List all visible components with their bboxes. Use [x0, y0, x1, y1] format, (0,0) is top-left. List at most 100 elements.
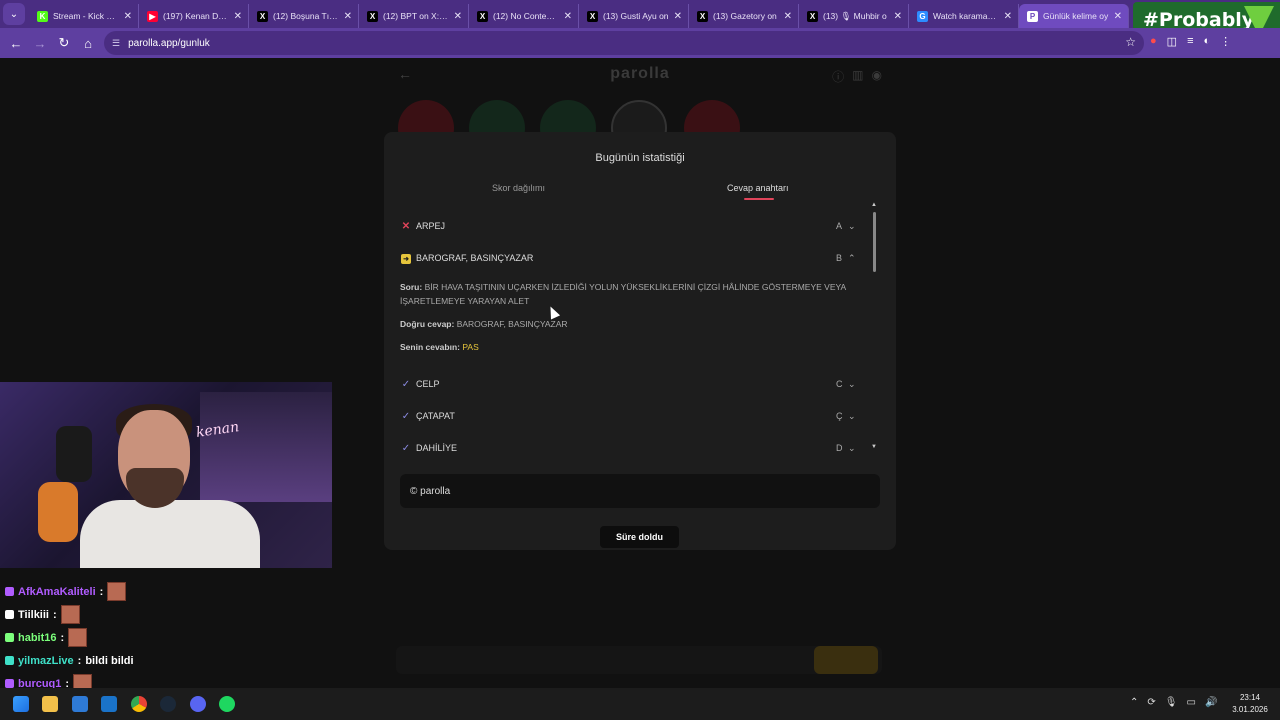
answer-row-cc[interactable]: ✓ ÇATAPAT Ç ⌄: [400, 406, 860, 426]
chat-username[interactable]: yilmazLive: [18, 655, 74, 667]
answer-input[interactable]: [396, 646, 882, 674]
chat-emote-icon: [107, 582, 127, 601]
browser-tab[interactable]: P Günlük kelime oy ✕: [1019, 4, 1129, 28]
tab-close-icon[interactable]: ✕: [1004, 11, 1012, 22]
reload-icon[interactable]: ↻: [52, 35, 76, 51]
chat-message: habit16:: [0, 626, 340, 649]
tab-search-button[interactable]: ⌄: [3, 3, 25, 25]
scroll-down-icon[interactable]: ▼: [871, 444, 877, 450]
avatar[interactable]: ◐: [1203, 35, 1210, 48]
clock-time: 23:14: [1239, 693, 1261, 702]
browser-tab[interactable]: X (13) Gusti Ayu on ✕: [579, 4, 689, 28]
tab-title: (13) Gusti Ayu on: [603, 11, 669, 21]
mic-icon[interactable]: 🎙: [1165, 697, 1178, 708]
question-detail: Soru: BİR HAVA TAŞITININ UÇARKEN İZLEDİĞ…: [400, 280, 850, 308]
browser-tab[interactable]: K Stream - Kick Das ✕: [29, 4, 139, 28]
tab-close-icon[interactable]: ✕: [344, 11, 352, 22]
browser-tab[interactable]: X (13) 🎙 Muhbir o ✕: [799, 4, 909, 28]
tab-title: (13) 🎙 Muhbir o: [823, 10, 887, 21]
answer-row-c[interactable]: ✓ CELP C ⌄: [400, 374, 860, 394]
tab-close-icon[interactable]: ✕: [1114, 11, 1122, 22]
volume-icon[interactable]: 🔊: [1205, 697, 1217, 708]
answer-letter: A: [836, 221, 843, 231]
chat-separator: :: [52, 608, 57, 621]
file-explorer-icon[interactable]: [42, 696, 58, 712]
chevron-down-icon[interactable]: ⌄: [848, 443, 860, 454]
tab-close-icon[interactable]: ✕: [124, 11, 132, 22]
tab-close-icon[interactable]: ✕: [674, 11, 682, 22]
tab-close-icon[interactable]: ✕: [454, 11, 462, 22]
correct-answer-text: BAROGRAF, BASINÇYAZAR: [456, 319, 568, 329]
address-bar[interactable]: ☰ parolla.app/gunluk ☆: [104, 31, 1144, 55]
discord-icon[interactable]: [190, 696, 206, 712]
profile-icon[interactable]: ◉: [872, 68, 882, 85]
url-text: parolla.app/gunluk: [128, 37, 210, 49]
home-icon[interactable]: ⌂: [76, 36, 100, 51]
taskbar-clock[interactable]: 23:14 3.01.2026: [1228, 692, 1272, 716]
puzzle-icon[interactable]: ◫: [1167, 35, 1177, 48]
reading-list-icon[interactable]: ≡: [1187, 35, 1193, 48]
plush-toy: [38, 482, 78, 542]
chevron-down-icon[interactable]: ⌄: [848, 379, 860, 390]
chat-badge-icon: [5, 679, 14, 688]
streamer-body: [80, 500, 260, 568]
browser-tab[interactable]: X (12) BPT on X: "Bi ✕: [359, 4, 469, 28]
answer-row-a[interactable]: ✕ ARPEJ A ⌄: [400, 216, 860, 236]
outlook-icon[interactable]: [101, 696, 117, 712]
spotify-icon[interactable]: [219, 696, 235, 712]
answer-row-b[interactable]: ➜ BAROGRAF, BASINÇYAZAR B ⌃: [400, 248, 860, 268]
forward-icon[interactable]: →: [28, 36, 52, 51]
chat-username[interactable]: AfkAmaKaliteli: [18, 586, 96, 598]
chevron-up-icon[interactable]: ⌃: [848, 253, 860, 264]
browser-tab[interactable]: G Watch karaman d ✕: [909, 4, 1019, 28]
submit-answer-button[interactable]: [814, 646, 878, 674]
steam-icon[interactable]: [160, 696, 176, 712]
tab-close-icon[interactable]: ✕: [564, 11, 572, 22]
bookmark-star-icon[interactable]: ☆: [1125, 35, 1136, 49]
tab-title: Stream - Kick Das: [53, 11, 119, 21]
tab-title: (13) Gazetory on: [713, 11, 777, 21]
chat-message: yilmazLive: bildi bildi: [0, 649, 340, 672]
chat-separator: :: [77, 654, 82, 667]
tab-close-icon[interactable]: ✕: [894, 11, 902, 22]
tab-close-icon[interactable]: ✕: [784, 11, 792, 22]
answer-letter: B: [836, 253, 843, 263]
extension-icon[interactable]: ●: [1150, 35, 1157, 48]
info-icon[interactable]: ⓘ: [832, 68, 844, 85]
copy-field[interactable]: © parolla: [400, 474, 880, 508]
game-header-icons: ⓘ ▥ ◉: [832, 68, 882, 85]
answer-row-d[interactable]: ✓ DAHİLİYE D ⌄: [400, 438, 860, 458]
chat-separator: :: [99, 585, 104, 598]
chat-username[interactable]: habit16: [18, 632, 57, 644]
chat-username[interactable]: Tiilkiii: [18, 609, 49, 621]
tab-answer-key[interactable]: Cevap anahtarı: [727, 183, 789, 193]
system-tray: ⌃ ⟳ 🎙 ▭ 🔊: [1130, 697, 1217, 708]
tab-title: (12) Boşuna Tıkla: [273, 11, 339, 21]
question-label: Soru:: [400, 282, 423, 292]
chevron-up-icon[interactable]: ⌃: [1130, 697, 1138, 708]
browser-tab[interactable]: X (12) No Context V ✕: [469, 4, 579, 28]
check-icon: ✓: [401, 442, 411, 454]
chevron-down-icon[interactable]: ⌄: [848, 411, 860, 422]
network-icon[interactable]: ▭: [1186, 697, 1195, 708]
browser-tab[interactable]: X (13) Gazetory on ✕: [689, 4, 799, 28]
x-icon: X: [587, 10, 598, 22]
menu-dots-icon[interactable]: ⋮: [1220, 35, 1231, 48]
browser-tab[interactable]: ▶ (197) Kenan Doğu ✕: [139, 4, 249, 28]
chevron-down-icon[interactable]: ⌄: [848, 221, 860, 232]
back-icon[interactable]: ←: [4, 36, 28, 51]
chrome-icon[interactable]: [131, 696, 147, 712]
time-up-button[interactable]: Süre doldu: [600, 526, 679, 548]
scroll-up-icon[interactable]: ▲: [871, 202, 877, 208]
tab-score-distribution[interactable]: Skor dağılımı: [492, 183, 545, 193]
sync-icon[interactable]: ⟳: [1147, 697, 1155, 708]
answer-word: CELP: [416, 379, 440, 389]
site-info-icon[interactable]: ☰: [112, 38, 120, 49]
stats-icon[interactable]: ▥: [852, 68, 863, 85]
tab-close-icon[interactable]: ✕: [234, 11, 242, 22]
store-icon[interactable]: [72, 696, 88, 712]
browser-tab[interactable]: X (12) Boşuna Tıkla ✕: [249, 4, 359, 28]
answer-letter: D: [836, 443, 843, 453]
windows-start-icon[interactable]: [13, 696, 29, 712]
scrollbar-thumb[interactable]: [873, 212, 876, 272]
